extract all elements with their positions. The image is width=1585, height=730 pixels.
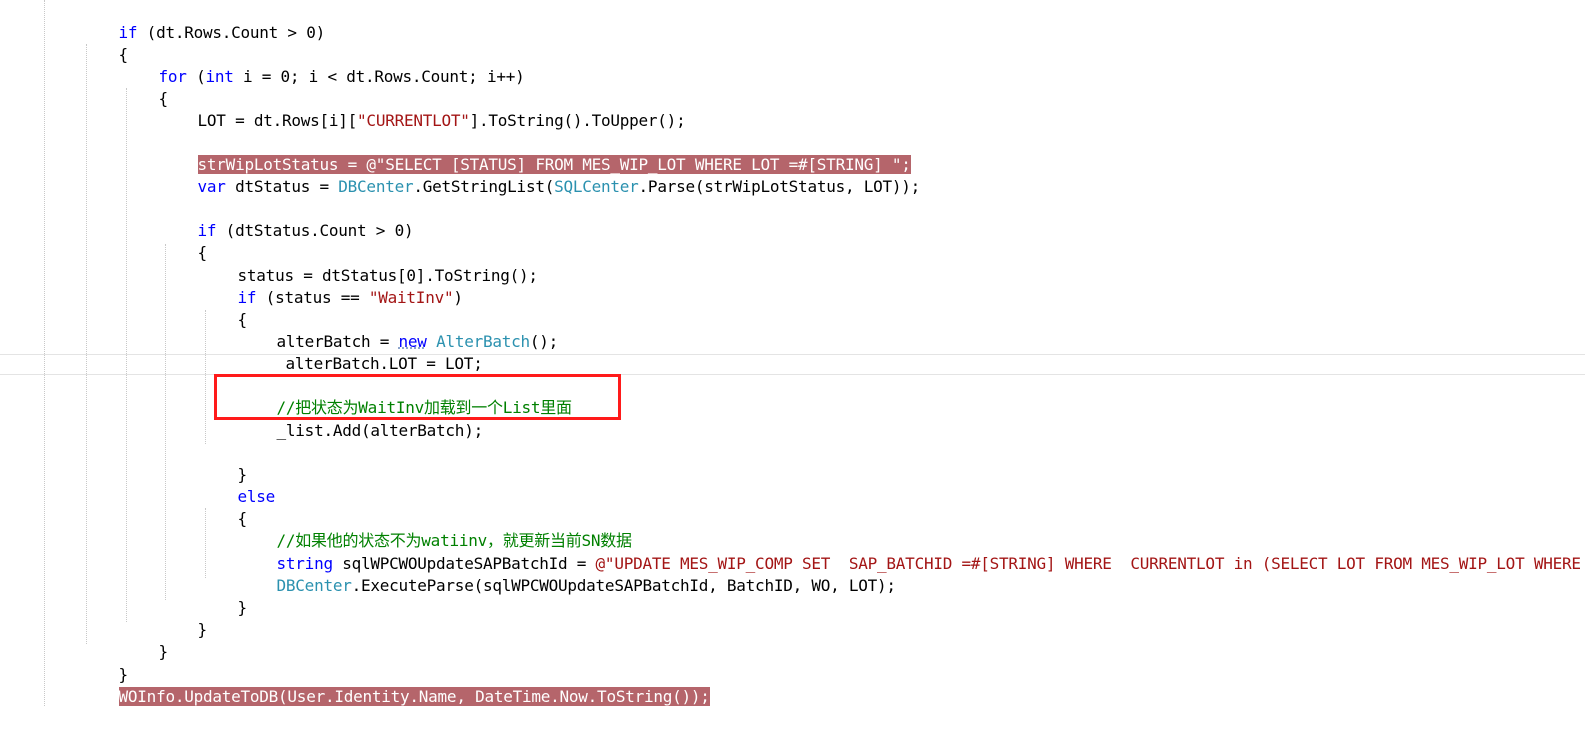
type-token: SQLCenter	[554, 177, 639, 196]
code-line: }	[160, 597, 208, 639]
code-line: {	[121, 66, 169, 108]
code-line: LOT = dt.Rows[i]["CURRENTLOT"].ToString(…	[160, 88, 686, 130]
brace-token: }	[237, 598, 248, 617]
code-line: }	[200, 575, 248, 617]
editor-separator	[0, 354, 1585, 355]
code-line: }	[121, 619, 169, 661]
code-token: (dt.Rows.Count > 0)	[137, 23, 326, 42]
code-line: if (dt.Rows.Count > 0)	[81, 0, 326, 42]
code-token: ();	[529, 332, 559, 351]
code-line: var dtStatus = DBCenter.GetStringList(SQ…	[160, 154, 921, 196]
code-line: DBCenter.ExecuteParse(sqlWPCWOUpdateSAPB…	[239, 553, 897, 595]
type-token: DBCenter	[276, 576, 352, 595]
indent-guide	[86, 44, 87, 644]
code-line: alterBatch.LOT = LOT;	[248, 331, 483, 373]
brace-token: }	[197, 620, 208, 639]
code-line-highlighted: WOInfo.UpdateToDB(User.Identity.Name, Da…	[81, 664, 710, 706]
indent-guide	[165, 244, 166, 600]
code-token: .Parse(strWipLotStatus, LOT));	[638, 177, 921, 196]
code-line: //如果他的状态不为watiinv，就更新当前SN数据	[239, 508, 632, 550]
type-token: DBCenter	[338, 177, 414, 196]
code-editor[interactable]: if (dt.Rows.Count > 0) { for (int i = 0;…	[0, 0, 1585, 706]
code-token: (	[186, 67, 206, 86]
indent-guide	[126, 88, 127, 622]
code-line: string sqlWPCWOUpdateSAPBatchId = @"UPDA…	[239, 531, 1581, 573]
code-token: .ExecuteParse(sqlWPCWOUpdateSAPBatchId, …	[351, 576, 896, 595]
code-line: {	[200, 287, 248, 329]
string-token: "CURRENTLOT"	[357, 111, 470, 130]
code-line: for (int i = 0; i < dt.Rows.Count; i++)	[121, 44, 525, 86]
code-token: (dtStatus.Count > 0)	[216, 221, 414, 240]
code-line: {	[81, 22, 129, 64]
keyword-token: int	[205, 67, 234, 86]
code-token: ].ToString().ToUpper();	[469, 111, 686, 130]
code-token: alterBatch.LOT = LOT;	[285, 354, 483, 373]
code-token: LOT = dt.Rows[i][	[197, 111, 358, 130]
code-token: (status ==	[256, 288, 369, 307]
code-line-highlighted: strWipLotStatus = @"SELECT [STATUS] FROM…	[160, 132, 911, 174]
annotation-highlight-box	[214, 374, 621, 420]
code-token: _list.Add(alterBatch);	[276, 421, 484, 440]
code-line: if (status == "WaitInv")	[200, 265, 463, 307]
code-line: else	[200, 464, 276, 506]
highlighted-statement: WOInfo.UpdateToDB(User.Identity.Name, Da…	[118, 687, 710, 706]
keyword-token: var	[197, 177, 226, 196]
code-line: status = dtStatus[0].ToString();	[200, 243, 539, 285]
indent-guide	[44, 0, 45, 706]
code-token: i = 0; i < dt.Rows.Count; i++)	[233, 67, 525, 86]
code-token: .GetStringList(	[413, 177, 555, 196]
code-line: alterBatch = new AlterBatch();	[239, 309, 559, 351]
code-line: {	[160, 220, 208, 262]
brace-token: }	[158, 642, 169, 661]
code-line: if (dtStatus.Count > 0)	[160, 198, 414, 240]
code-line: {	[200, 486, 248, 528]
code-token: dtStatus =	[225, 177, 339, 196]
code-line: }	[200, 442, 248, 484]
code-line: }	[81, 642, 129, 684]
string-token: "WaitInv"	[368, 288, 454, 307]
code-token: )	[453, 288, 463, 307]
